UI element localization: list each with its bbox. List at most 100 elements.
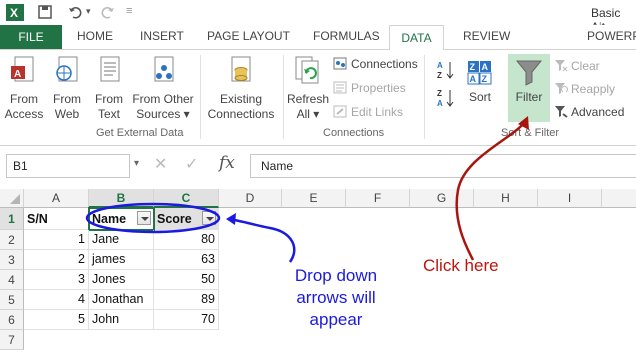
properties-button[interactable]: Properties <box>333 80 406 96</box>
tab-powerpivot[interactable]: POWERP <box>587 29 636 43</box>
from-web-button[interactable]: From Web <box>50 56 84 122</box>
tab-home[interactable]: HOME <box>77 29 113 43</box>
existing-connections-button[interactable]: Existing Connections <box>204 56 278 122</box>
tab-page-layout[interactable]: PAGE LAYOUT <box>207 29 290 43</box>
cell-b4[interactable]: Jones <box>89 270 154 290</box>
cell-a5[interactable]: 4 <box>24 290 89 310</box>
insert-function-icon[interactable]: fx <box>219 153 235 173</box>
from-web-label: From Web <box>53 92 81 121</box>
cell-c4[interactable]: 50 <box>154 270 219 290</box>
sort-button[interactable]: ZAAZ Sort <box>462 60 498 105</box>
column-header-a[interactable]: A <box>24 189 89 208</box>
column-header-j[interactable] <box>602 189 636 208</box>
clear-filter-button[interactable]: Clear <box>554 58 600 74</box>
svg-text:A: A <box>437 99 443 108</box>
cell-b5[interactable]: Jonathan <box>89 290 154 310</box>
undo-icon[interactable] <box>68 5 82 19</box>
row-header-6[interactable]: 6 <box>0 310 24 330</box>
cell-b6[interactable]: John <box>89 310 154 330</box>
row-header-3[interactable]: 3 <box>0 250 24 270</box>
clear-label: Clear <box>571 59 600 73</box>
filter-dropdown-score[interactable] <box>202 211 216 225</box>
existing-connections-icon <box>231 56 251 82</box>
column-header-c[interactable]: C <box>154 189 219 208</box>
reapply-icon <box>555 83 568 94</box>
select-all-corner[interactable] <box>0 189 24 208</box>
cell-c1-text: Score <box>157 212 192 226</box>
svg-text:Z: Z <box>470 62 476 72</box>
connections-label: Connections <box>351 57 418 71</box>
svg-text:A: A <box>470 74 477 84</box>
properties-icon <box>333 81 347 94</box>
cell-c3[interactable]: 63 <box>154 250 219 270</box>
row-header-4[interactable]: 4 <box>0 270 24 290</box>
connections-button[interactable]: Connections <box>333 56 418 72</box>
cell-b1[interactable]: Name <box>89 208 154 230</box>
svg-text:Z: Z <box>482 74 488 84</box>
cell-c5[interactable]: 89 <box>154 290 219 310</box>
cell-a4[interactable]: 3 <box>24 270 89 290</box>
formula-input[interactable]: Name <box>250 154 636 178</box>
cell-a2[interactable]: 1 <box>24 230 89 250</box>
row-header-2[interactable]: 2 <box>0 230 24 250</box>
tab-formulas[interactable]: FORMULAS <box>313 29 380 43</box>
save-icon[interactable] <box>38 5 52 19</box>
redo-icon[interactable] <box>101 5 115 19</box>
select-all-triangle-icon <box>10 194 20 204</box>
filter-funnel-icon <box>515 60 543 86</box>
title-bar: X ▾ ≡ Basic Ait <box>0 0 636 34</box>
connections-icon <box>333 57 347 70</box>
column-header-b[interactable]: B <box>89 189 154 208</box>
tab-data[interactable]: DATA <box>389 25 444 50</box>
column-header-e[interactable]: E <box>282 189 346 208</box>
tab-insert[interactable]: INSERT <box>140 29 184 43</box>
column-header-h[interactable]: H <box>474 189 538 208</box>
sort-a-to-z-button[interactable]: AZ <box>437 60 455 84</box>
undo-dropdown-icon[interactable]: ▾ <box>86 6 91 17</box>
column-header-i[interactable]: I <box>538 189 602 208</box>
ribbon-separator <box>283 55 284 139</box>
svg-text:X: X <box>10 6 18 20</box>
column-header-g[interactable]: G <box>410 189 474 208</box>
tab-file[interactable]: FILE <box>0 25 62 49</box>
tab-review[interactable]: REVIEW <box>463 29 510 43</box>
red-annotation-text: Click here <box>423 256 499 275</box>
refresh-all-button[interactable]: Refresh All ▾ <box>286 56 330 122</box>
cancel-icon[interactable]: ✕ <box>154 154 167 174</box>
cell-c1[interactable]: Score <box>154 208 219 230</box>
column-header-f[interactable]: F <box>346 189 410 208</box>
from-access-button[interactable]: A From Access <box>4 56 44 122</box>
ribbon-separator <box>200 55 201 139</box>
group-label-sort-filter: Sort & Filter <box>501 127 560 139</box>
row-header-7[interactable]: 7 <box>0 330 24 350</box>
sort-a-to-z-icon: AZ <box>437 61 454 80</box>
edit-links-button[interactable]: Edit Links <box>333 104 403 120</box>
from-text-button[interactable]: From Text <box>92 56 126 122</box>
from-other-sources-button[interactable]: From Other Sources ▾ <box>130 56 196 122</box>
ribbon-tabs: HOME INSERT PAGE LAYOUT FORMULAS REVIEW … <box>0 25 636 49</box>
sort-z-to-a-button[interactable]: ZA <box>437 88 455 112</box>
svg-text:A: A <box>437 61 443 70</box>
cell-a1[interactable]: S/N <box>24 208 89 230</box>
enter-icon[interactable]: ✓ <box>185 154 198 174</box>
cell-c6[interactable]: 70 <box>154 310 219 330</box>
sort-dialog-icon: Z AA Z <box>467 61 492 85</box>
column-header-d[interactable]: D <box>219 189 282 208</box>
filter-button[interactable]: Filter <box>508 54 550 122</box>
cell-c2[interactable]: 80 <box>154 230 219 250</box>
cell-a6[interactable]: 5 <box>24 310 89 330</box>
group-label-get-external-data: Get External Data <box>96 127 184 139</box>
cell-b3[interactable]: james <box>89 250 154 270</box>
filter-dropdown-name[interactable] <box>137 211 151 225</box>
group-label-connections: Connections <box>323 127 385 139</box>
customize-quick-access-icon[interactable]: ≡ <box>126 5 132 17</box>
name-box[interactable]: B1 <box>6 154 130 178</box>
row-header-1[interactable]: 1 <box>0 208 24 230</box>
advanced-filter-button[interactable]: Advanced <box>554 104 624 120</box>
cell-a3[interactable]: 2 <box>24 250 89 270</box>
name-box-dropdown-icon[interactable]: ▾ <box>134 158 139 169</box>
cell-b2[interactable]: Jane <box>89 230 154 250</box>
reapply-button[interactable]: Reapply <box>554 81 615 97</box>
row-header-5[interactable]: 5 <box>0 290 24 310</box>
advanced-label: Advanced <box>571 105 625 119</box>
